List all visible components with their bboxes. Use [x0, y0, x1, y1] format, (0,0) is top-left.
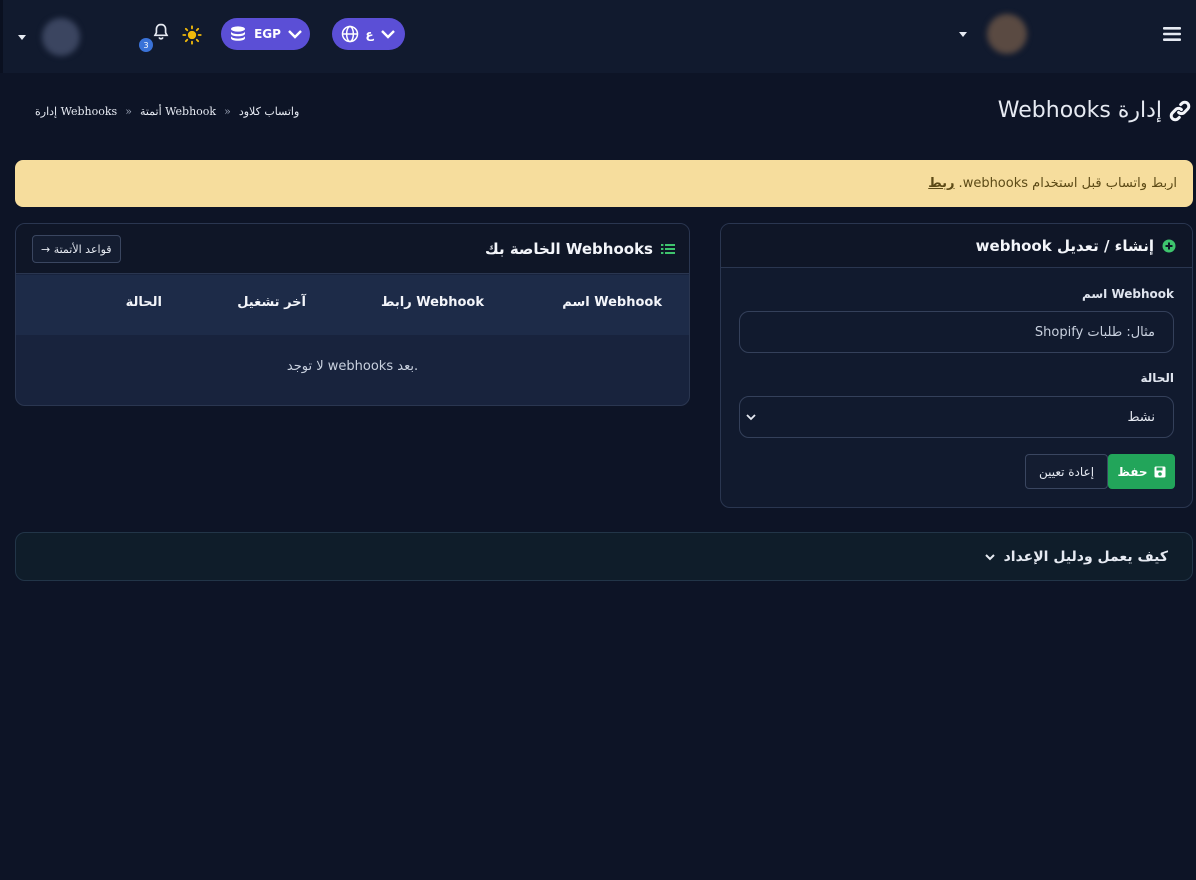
reset-button[interactable]: إعادة تعيين	[1025, 454, 1108, 489]
language-label: ع	[365, 27, 374, 41]
webhook-name-input[interactable]: مثال: طلبات Shopify	[739, 311, 1174, 353]
page-title: إدارة Webhooks	[998, 98, 1192, 123]
form-card-header: إنشاء / تعديل webhook	[721, 224, 1192, 268]
breadcrumb-separator: »	[224, 105, 231, 118]
breadcrumb-item-current: إدارة Webhooks	[35, 105, 118, 118]
caret-down-icon	[18, 34, 26, 40]
column-header-last-run: آخر تشغيل	[237, 295, 306, 310]
status-select[interactable]: نشط	[739, 396, 1174, 438]
save-button[interactable]: حفظ	[1108, 454, 1175, 489]
caret-down-icon	[959, 31, 967, 37]
bell-icon	[153, 23, 169, 40]
top-navbar: 3 EGP ع	[0, 0, 1196, 73]
list-card-title: Webhooks الخاصة بك	[485, 239, 653, 258]
list-icon	[661, 243, 675, 254]
automation-rules-button[interactable]: قواعد الأتمتة →	[32, 235, 121, 263]
user-menu-left[interactable]	[18, 18, 80, 56]
webhook-name-label: اسم Webhook	[1081, 287, 1174, 301]
notifications-button[interactable]: 3	[139, 20, 169, 54]
table-header: اسم Webhook رابط Webhook آخر تشغيل الحال…	[16, 275, 689, 335]
save-button-label: حفظ	[1117, 464, 1148, 479]
plus-circle-icon	[1162, 239, 1176, 252]
sun-icon	[182, 25, 202, 45]
language-dropdown[interactable]: ع	[332, 18, 405, 50]
table-body: لا توجد webhooks بعد.	[16, 335, 689, 405]
accordion-title: كيف يعمل ودليل الإعداد	[1003, 548, 1168, 565]
breadcrumb-item-webhook-automation[interactable]: أتمتة Webhook	[140, 105, 216, 118]
alert-text: اربط واتساب قبل استخدام webhooks.	[958, 176, 1177, 191]
connect-link[interactable]: ربط	[928, 176, 954, 191]
reset-button-label: إعادة تعيين	[1038, 464, 1095, 479]
connect-warning-alert: اربط واتساب قبل استخدام webhooks. ربط	[15, 160, 1193, 207]
breadcrumb-item-whatsapp-cloud[interactable]: واتساب كلاود	[239, 105, 299, 118]
column-header-status: الحالة	[125, 295, 162, 310]
column-header-name: اسم Webhook	[562, 295, 662, 310]
avatar	[42, 18, 80, 56]
page-title-text: إدارة Webhooks	[997, 98, 1162, 123]
status-label: الحالة	[1140, 371, 1174, 385]
currency-dropdown[interactable]: EGP	[221, 18, 310, 50]
floppy-disk-icon	[1154, 466, 1166, 477]
hamburger-icon	[1163, 27, 1181, 41]
link-icon	[1169, 100, 1191, 121]
webhooks-list-card: Webhooks الخاصة بك قواعد الأتمتة → اسم W…	[15, 223, 690, 406]
list-card-header: Webhooks الخاصة بك قواعد الأتمتة →	[16, 224, 689, 274]
currency-label: EGP	[254, 27, 281, 41]
chevron-down-icon	[288, 30, 302, 39]
notification-count-badge: 3	[139, 38, 153, 52]
coins-icon	[231, 26, 246, 41]
chevron-down-icon	[984, 553, 995, 560]
form-card-title: إنشاء / تعديل webhook	[975, 236, 1154, 255]
status-selected-value: نشط	[1127, 409, 1155, 425]
setup-guide-accordion[interactable]: كيف يعمل ودليل الإعداد	[15, 532, 1193, 581]
theme-toggle[interactable]	[182, 25, 202, 45]
automation-rules-label: قواعد الأتمتة →	[41, 242, 112, 256]
chevron-down-icon	[746, 414, 756, 421]
avatar	[987, 14, 1027, 54]
globe-icon	[342, 25, 359, 43]
breadcrumb-separator: »	[125, 105, 132, 118]
webhook-form-card: إنشاء / تعديل webhook اسم Webhook مثال: …	[720, 223, 1193, 508]
column-header-url: رابط Webhook	[380, 295, 484, 310]
webhook-name-placeholder: مثال: طلبات Shopify	[1034, 324, 1155, 340]
chevron-down-icon	[380, 30, 395, 39]
breadcrumb: إدارة Webhooks » أتمتة Webhook » واتساب …	[35, 105, 299, 118]
empty-state-text: لا توجد webhooks بعد.	[286, 359, 419, 374]
menu-toggle-button[interactable]	[1163, 26, 1181, 42]
user-menu-right[interactable]	[959, 14, 1027, 54]
